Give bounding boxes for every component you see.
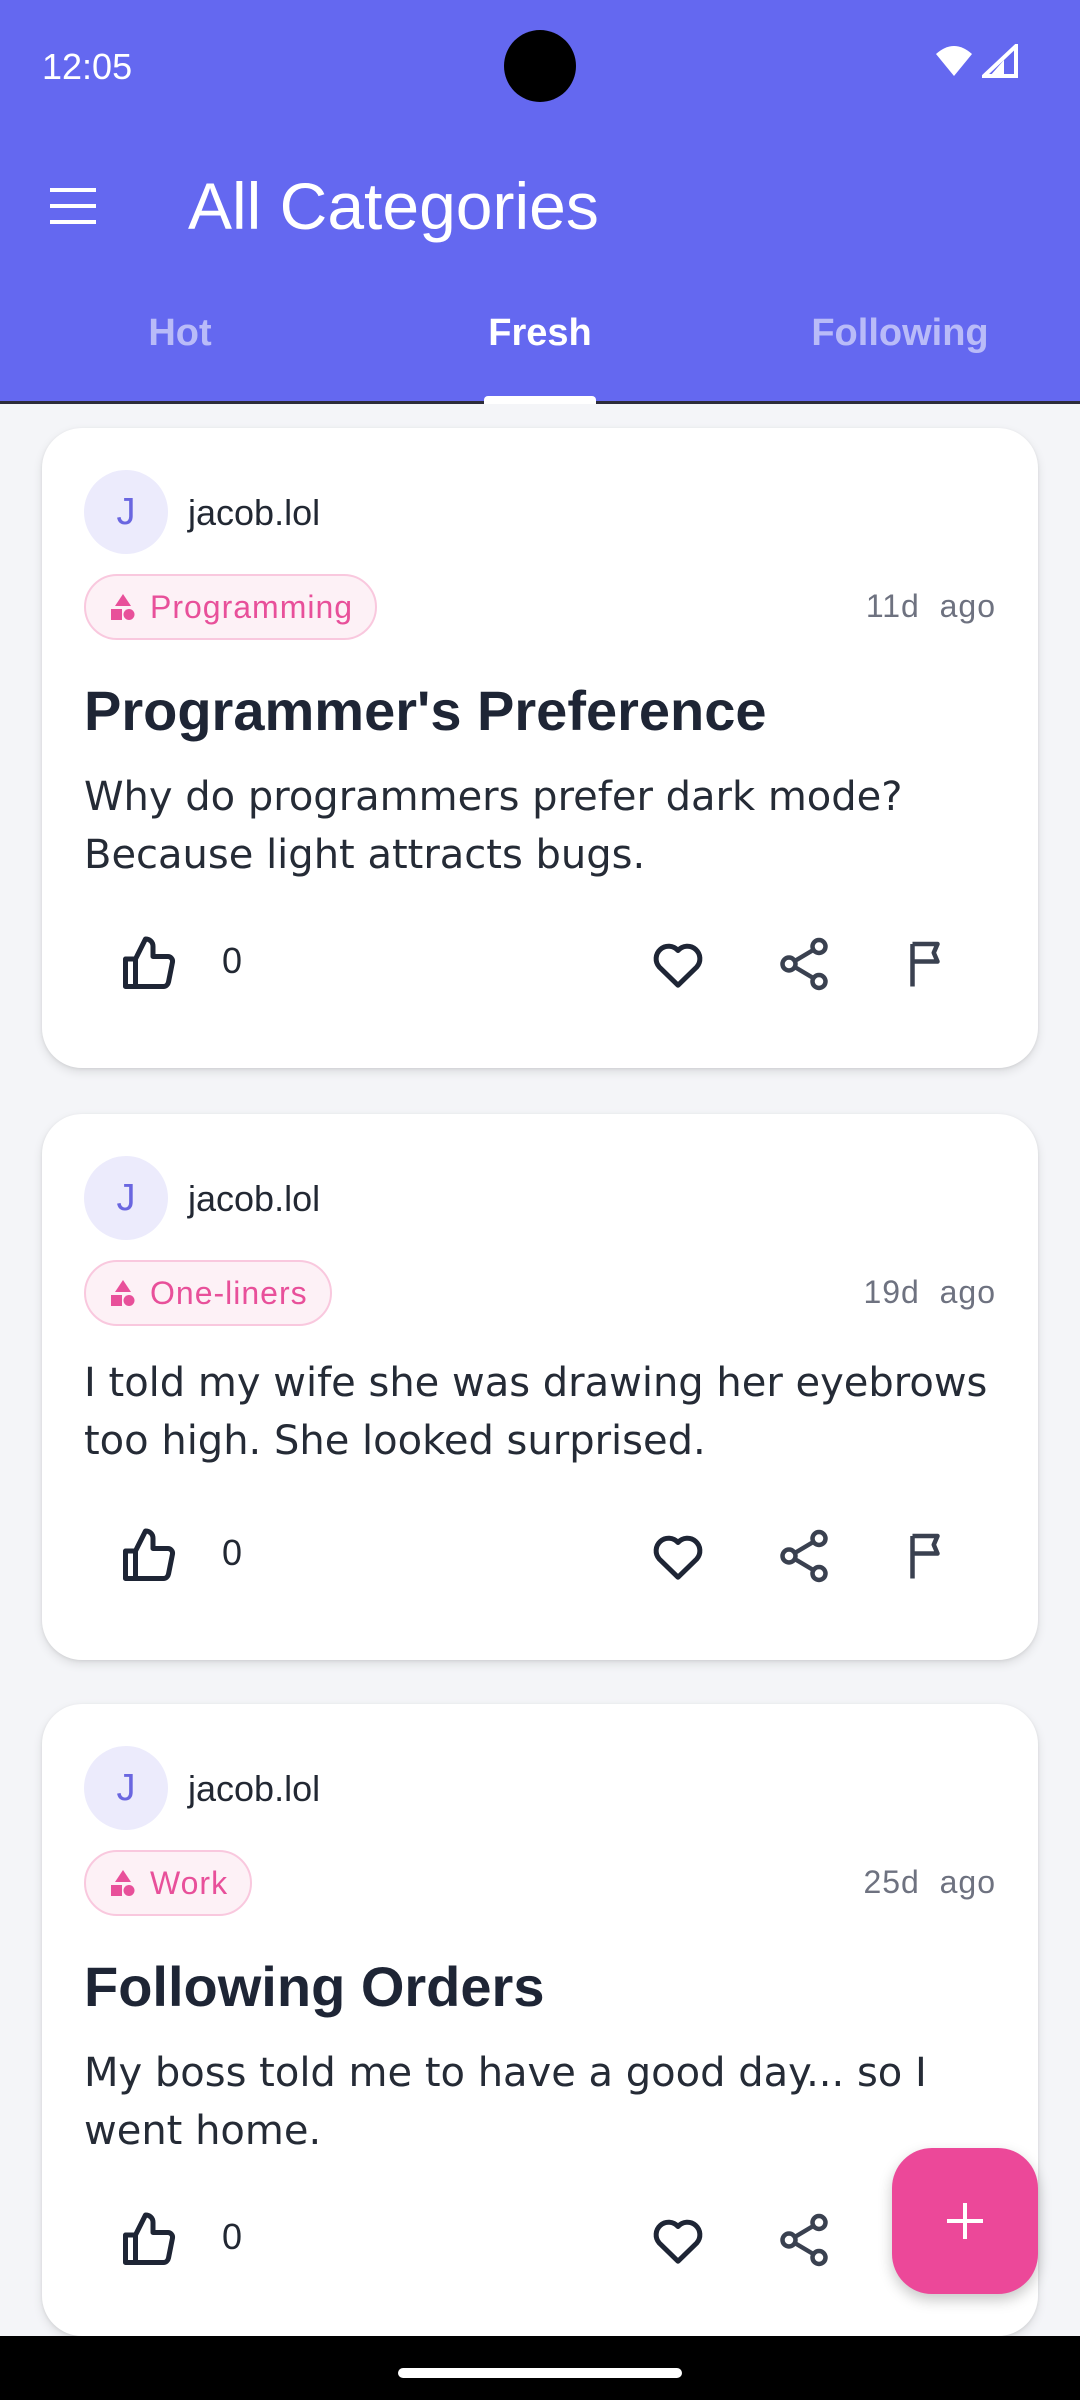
post-age-value: 11d: [865, 588, 920, 624]
like-count: 0: [222, 2216, 243, 2257]
camera-cutout: [504, 30, 576, 102]
post-body: Why do programmers prefer dark mode? Bec…: [84, 774, 903, 878]
system-nav-bar: [0, 2336, 1080, 2400]
post-age-suffix: ago: [939, 1274, 996, 1310]
share-button[interactable]: [774, 2210, 834, 2270]
post-actions: 0: [42, 934, 1038, 1014]
tab-following[interactable]: Following: [720, 312, 1080, 355]
category-chip[interactable]: Programming: [84, 574, 378, 640]
post-title: Programmer's Preference: [84, 679, 767, 742]
like-button[interactable]: [118, 1526, 178, 1586]
page-title: All Categories: [188, 169, 599, 243]
app-header: 12:05 All Categories Hot Fresh Following: [0, 0, 1080, 404]
tab-hot[interactable]: Hot: [0, 312, 360, 355]
post-age-suffix: ago: [939, 588, 996, 624]
post-actions: 0: [42, 2210, 1038, 2290]
thumbs-up-icon: [123, 2212, 176, 2265]
share-icon: [780, 937, 828, 991]
report-button[interactable]: [900, 1526, 960, 1586]
post-age: 25d ago: [863, 1864, 996, 1901]
post-age: 11d ago: [866, 588, 996, 625]
share-button[interactable]: [774, 934, 834, 994]
flag-icon: [910, 1533, 940, 1579]
username[interactable]: jacob.lol: [188, 1178, 320, 1220]
category-label: Work: [150, 1864, 229, 1901]
like-button[interactable]: [118, 934, 178, 994]
active-tab-indicator: [484, 396, 596, 404]
thumbs-up-icon: [123, 936, 176, 989]
post-age-suffix: ago: [939, 1864, 996, 1900]
post-age: 19d ago: [863, 1274, 996, 1311]
share-icon: [780, 2213, 828, 2267]
category-chip[interactable]: One-liners: [84, 1260, 332, 1326]
add-post-button[interactable]: [892, 2148, 1038, 2294]
wifi-icon: [936, 46, 972, 76]
category-icon: [111, 594, 135, 620]
category-chip[interactable]: Work: [84, 1850, 253, 1916]
status-icons: [934, 44, 1018, 78]
flag-icon: [910, 941, 940, 987]
post-body: I told my wife she was drawing her eyebr…: [84, 1360, 988, 1464]
category-icon: [111, 1870, 135, 1896]
category-label: One-liners: [150, 1274, 308, 1311]
home-gesture-handle[interactable]: [398, 2368, 682, 2378]
avatar[interactable]: J: [84, 470, 168, 554]
username[interactable]: jacob.lol: [188, 1768, 320, 1810]
post-age-value: 25d: [863, 1864, 920, 1900]
like-count: 0: [222, 940, 243, 981]
favorite-button[interactable]: [648, 1526, 708, 1586]
plus-icon: [947, 2203, 983, 2239]
heart-icon: [653, 2219, 703, 2264]
favorite-button[interactable]: [648, 2210, 708, 2270]
share-icon: [780, 1529, 828, 1583]
thumbs-up-icon: [123, 1528, 176, 1581]
avatar[interactable]: J: [84, 1746, 168, 1830]
post-card[interactable]: J jacob.lol Work 25d ago Following Order…: [42, 1704, 1038, 2336]
username[interactable]: jacob.lol: [188, 492, 320, 534]
like-count: 0: [222, 1532, 243, 1573]
category-icon: [111, 1280, 135, 1306]
category-label: Programming: [150, 588, 354, 625]
menu-button[interactable]: [48, 184, 100, 228]
post-age-value: 19d: [863, 1274, 920, 1310]
report-button[interactable]: [900, 934, 960, 994]
post-actions: 0: [42, 1526, 1038, 1606]
menu-icon: [50, 188, 96, 224]
post-card[interactable]: J jacob.lol One-liners 19d ago I told my…: [42, 1114, 1038, 1660]
signal-icon: [982, 44, 1018, 78]
post-card[interactable]: J jacob.lol Programming 11d ago Programm…: [42, 428, 1038, 1068]
heart-icon: [653, 943, 703, 988]
heart-icon: [653, 1535, 703, 1580]
post-title: Following Orders: [84, 1955, 545, 2018]
favorite-button[interactable]: [648, 934, 708, 994]
status-time: 12:05: [42, 46, 133, 87]
avatar[interactable]: J: [84, 1156, 168, 1240]
tab-fresh[interactable]: Fresh: [360, 312, 720, 355]
like-button[interactable]: [118, 2210, 178, 2270]
post-body: My boss told me to have a good day... so…: [84, 2050, 927, 2154]
share-button[interactable]: [774, 1526, 834, 1586]
